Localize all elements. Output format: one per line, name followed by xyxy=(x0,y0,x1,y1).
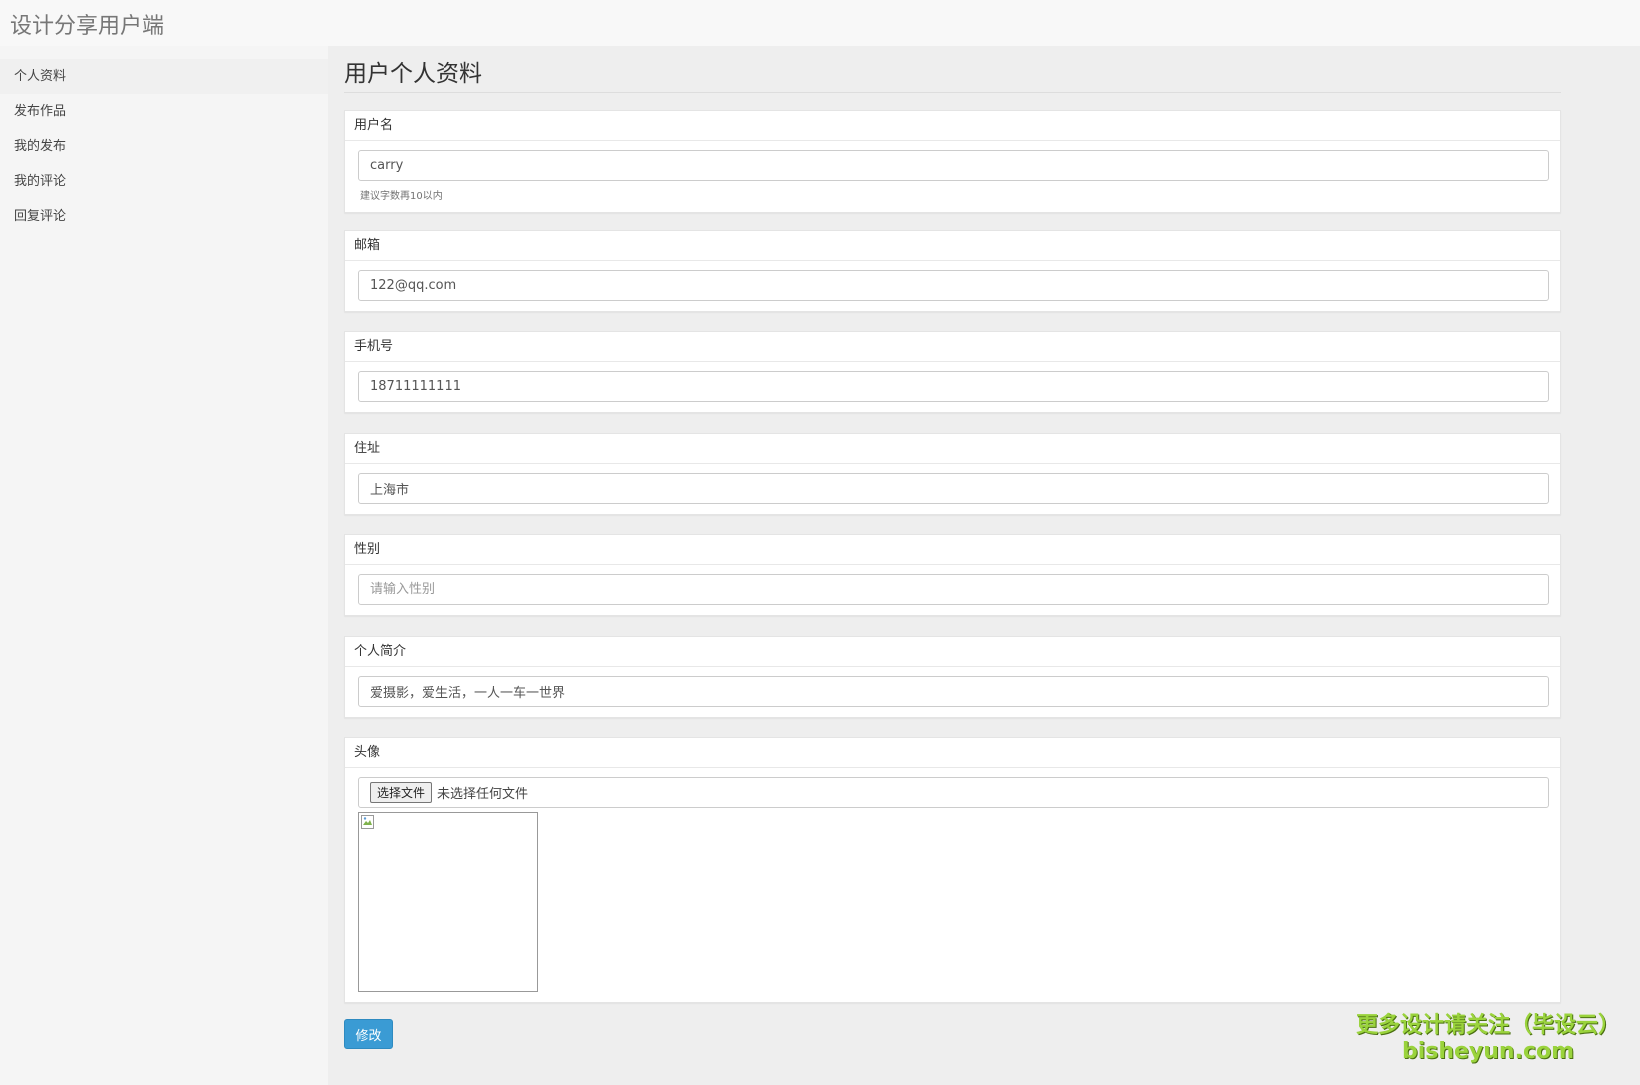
username-help-text: 建议字数再10以内 xyxy=(360,191,443,202)
page-title: 用户个人资料 xyxy=(344,61,482,87)
username-label: 用户名 xyxy=(345,111,1560,141)
watermark: 更多设计请关注（毕设云） bisheyun.com xyxy=(1356,1013,1620,1065)
avatar-label: 头像 xyxy=(345,738,1560,768)
main-content: 用户个人资料 用户名 建议字数再10以内 邮箱 手机号 住址 性别 个人简介 xyxy=(328,46,1640,1085)
username-panel: 用户名 建议字数再10以内 xyxy=(344,110,1561,213)
phone-panel: 手机号 xyxy=(344,331,1561,413)
watermark-line1: 更多设计请关注（毕设云） xyxy=(1355,1013,1620,1038)
broken-image-icon xyxy=(361,815,374,829)
bio-input[interactable] xyxy=(358,676,1549,707)
address-input[interactable] xyxy=(358,473,1549,504)
bio-panel: 个人简介 xyxy=(344,636,1561,718)
submit-button[interactable]: 修改 xyxy=(344,1019,393,1049)
gender-panel: 性别 xyxy=(344,534,1561,616)
address-panel: 住址 xyxy=(344,433,1561,515)
sidebar: 个人资料 发布作品 我的发布 我的评论 回复评论 xyxy=(0,46,328,1085)
sidebar-item-my-comments[interactable]: 我的评论 xyxy=(0,164,328,199)
phone-input[interactable] xyxy=(358,371,1549,402)
avatar-preview xyxy=(358,812,538,992)
phone-label: 手机号 xyxy=(345,332,1560,362)
sidebar-item-reply-comments[interactable]: 回复评论 xyxy=(0,199,328,234)
title-divider xyxy=(344,92,1561,93)
app-title[interactable]: 设计分享用户端 xyxy=(10,8,164,40)
watermark-line2: bisheyun.com xyxy=(1401,1039,1575,1064)
email-input[interactable] xyxy=(358,270,1549,301)
address-label: 住址 xyxy=(345,434,1560,464)
gender-label: 性别 xyxy=(345,535,1560,565)
gender-input[interactable] xyxy=(358,574,1549,605)
top-navbar: 设计分享用户端 xyxy=(0,0,1640,46)
choose-file-button[interactable]: 选择文件 xyxy=(370,782,433,803)
avatar-file-input[interactable]: 选择文件 未选择任何文件 xyxy=(358,777,1549,808)
email-panel: 邮箱 xyxy=(344,230,1561,312)
username-input[interactable] xyxy=(358,150,1549,181)
sidebar-item-publish[interactable]: 发布作品 xyxy=(0,94,328,129)
avatar-panel: 头像 选择文件 未选择任何文件 xyxy=(344,737,1561,1003)
sidebar-item-my-posts[interactable]: 我的发布 xyxy=(0,129,328,164)
sidebar-item-profile[interactable]: 个人资料 xyxy=(0,59,328,94)
file-status-text: 未选择任何文件 xyxy=(437,787,529,802)
email-label: 邮箱 xyxy=(345,231,1560,261)
bio-label: 个人简介 xyxy=(345,637,1560,667)
